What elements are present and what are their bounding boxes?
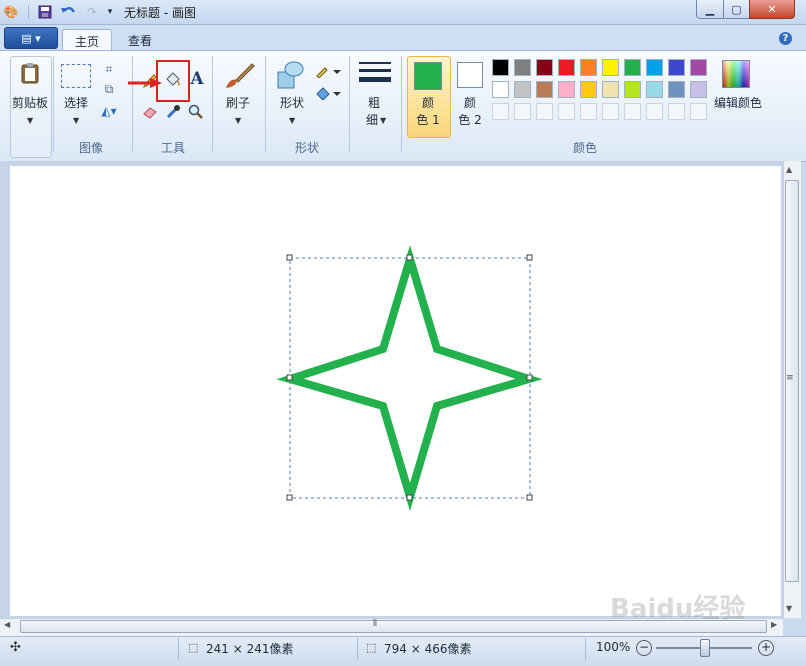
scroll-down-icon[interactable]: ▼: [786, 604, 792, 613]
selection-size-text: 241 × 241像素: [206, 642, 294, 656]
status-separator: [357, 638, 358, 660]
selection-handles[interactable]: [286, 254, 533, 501]
resize-handle[interactable]: [406, 254, 413, 261]
image-size-text: 794 × 466像素: [384, 642, 472, 656]
scroll-right-icon[interactable]: ▶: [771, 620, 777, 629]
scroll-up-icon[interactable]: ▲: [786, 165, 792, 174]
vertical-grip-icon: ≡: [786, 373, 794, 383]
resize-handle[interactable]: [286, 254, 293, 261]
resize-handle[interactable]: [526, 494, 533, 501]
image-size-icon: ⬚: [366, 641, 377, 654]
horizontal-grip-icon: ⦀: [373, 619, 377, 629]
resize-handle[interactable]: [286, 374, 293, 381]
status-separator: [585, 638, 586, 660]
zoom-slider-thumb[interactable]: [700, 639, 710, 657]
resize-handle[interactable]: [406, 494, 413, 501]
four-point-star-shape[interactable]: [276, 245, 543, 512]
canvas-overlay: [276, 245, 543, 512]
resize-handle[interactable]: [526, 374, 533, 381]
resize-handle[interactable]: [286, 494, 293, 501]
scroll-left-icon[interactable]: ◀: [4, 620, 10, 629]
watermark: Baidu经验: [610, 594, 746, 624]
zoom-in-button[interactable]: +: [758, 640, 774, 656]
zoom-level-text: 100%: [596, 640, 631, 654]
resize-handle[interactable]: [526, 254, 533, 261]
zoom-out-button[interactable]: −: [636, 640, 652, 656]
cursor-position-icon: ✣: [10, 640, 21, 655]
selection-rectangle[interactable]: [289, 257, 531, 499]
status-separator: [178, 638, 179, 660]
selection-size-icon: ⬚: [188, 641, 199, 654]
